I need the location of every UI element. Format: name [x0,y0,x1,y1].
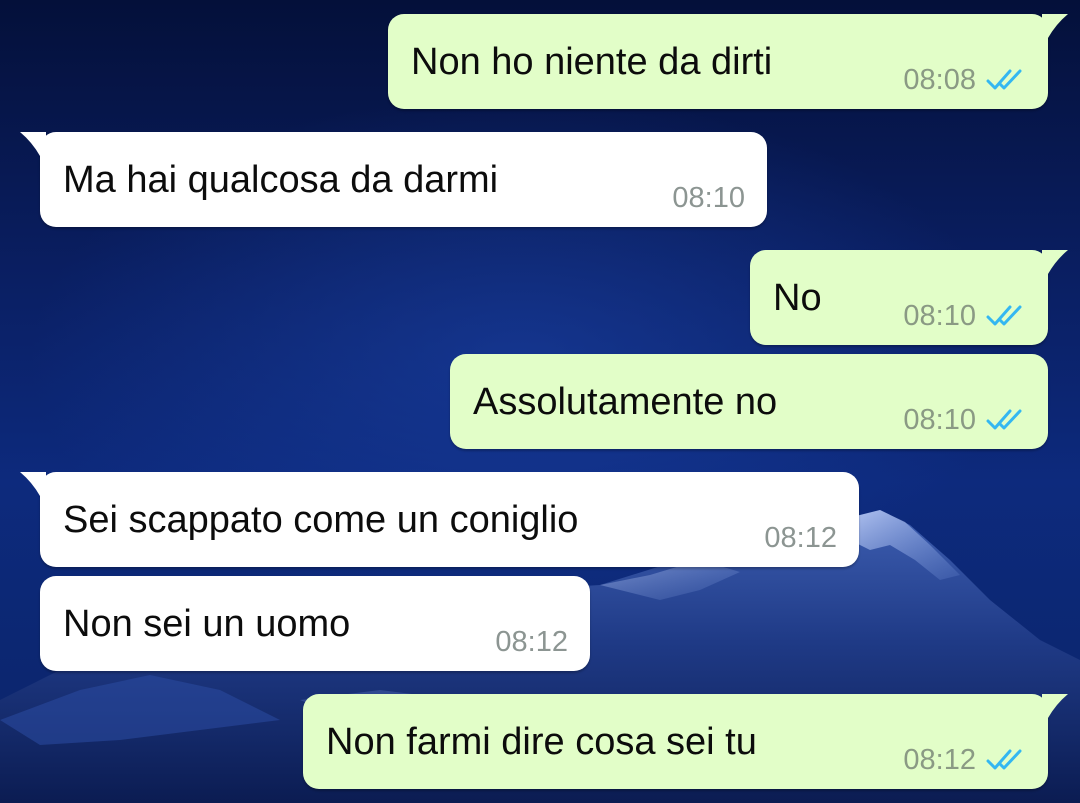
message-bubble-incoming[interactable]: Sei scappato come un coniglio 08:12 [20,472,859,567]
message-text: No [773,277,822,319]
message-time: 08:12 [495,626,568,658]
message-bubble-outgoing[interactable]: Non ho niente da dirti 08:08 [388,14,1068,109]
message-bubble-outgoing[interactable]: Assolutamente no 08:10 [450,354,1048,449]
message-text: Non farmi dire cosa sei tu [326,721,757,763]
message-meta: 08:10 [903,405,1026,435]
bubble-tail [1042,694,1068,718]
message-text: Assolutamente no [473,381,778,423]
bubble-tail [20,132,46,156]
double-check-read-icon [986,69,1022,90]
message-meta: 08:10 [903,301,1026,331]
bubble-tail [20,472,46,496]
bubble-tail [1042,250,1068,274]
message-time: 08:08 [903,64,976,96]
message-meta: 08:12 [495,627,568,657]
message-time: 08:12 [903,744,976,776]
message-bubble-outgoing[interactable]: No 08:10 [750,250,1068,345]
message-time: 08:10 [903,404,976,436]
message-text: Sei scappato come un coniglio [63,499,579,541]
message-bubble-incoming[interactable]: Non sei un uomo 08:12 [40,576,590,671]
message-bubble-outgoing[interactable]: Non farmi dire cosa sei tu 08:12 [303,694,1068,789]
message-meta: 08:08 [903,65,1026,95]
message-text: Non ho niente da dirti [411,41,773,83]
double-check-read-icon [986,749,1022,770]
message-time: 08:10 [903,300,976,332]
chat-area[interactable]: Non ho niente da dirti 08:08 Ma hai qual… [0,0,1080,803]
message-meta: 08:12 [903,745,1026,775]
double-check-read-icon [986,409,1022,430]
message-time: 08:12 [764,522,837,554]
double-check-read-icon [986,305,1022,326]
message-text: Ma hai qualcosa da darmi [63,159,499,201]
message-time: 08:10 [672,182,745,214]
bubble-tail [1042,14,1068,38]
message-meta: 08:12 [764,523,837,553]
message-text: Non sei un uomo [63,603,351,645]
message-bubble-incoming[interactable]: Ma hai qualcosa da darmi 08:10 [20,132,767,227]
message-meta: 08:10 [672,183,745,213]
